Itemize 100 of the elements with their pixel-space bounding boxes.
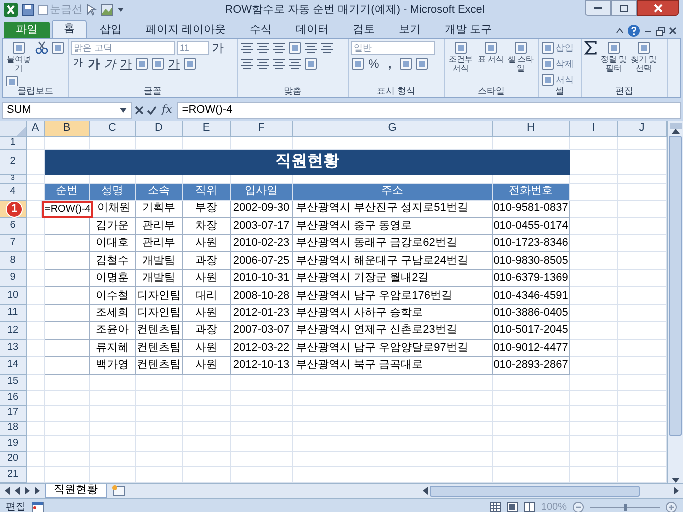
column-header[interactable]: C — [90, 121, 136, 137]
table-cell[interactable] — [45, 322, 90, 340]
table-cell[interactable] — [45, 252, 90, 270]
column-header[interactable]: F — [231, 121, 293, 137]
row-header[interactable]: 1 — [0, 137, 27, 150]
empty-cell[interactable] — [570, 252, 618, 270]
scissors-icon[interactable] — [35, 41, 49, 55]
align-top-icon[interactable] — [240, 41, 254, 55]
previous-sheet-icon[interactable] — [14, 487, 21, 495]
column-header[interactable]: J — [618, 121, 667, 137]
row-header[interactable]: 16 — [0, 390, 27, 406]
empty-cell[interactable] — [231, 406, 293, 422]
name-box[interactable]: SUM — [2, 102, 132, 118]
empty-cell[interactable] — [136, 436, 183, 452]
dropdown-icon[interactable] — [117, 6, 125, 14]
empty-cell[interactable] — [45, 422, 90, 436]
row-header[interactable]: 19 — [0, 436, 27, 452]
outdent-icon[interactable] — [272, 57, 286, 71]
empty-cell[interactable] — [293, 390, 493, 406]
page-layout-icon[interactable] — [507, 502, 518, 512]
scroll-left-icon[interactable] — [423, 487, 428, 495]
ribbon-tab[interactable]: 데이터 — [285, 22, 340, 38]
empty-cell[interactable] — [27, 287, 45, 306]
indent-icon[interactable] — [288, 57, 302, 71]
empty-cell[interactable] — [570, 452, 618, 468]
column-header[interactable]: E — [183, 121, 231, 137]
empty-cell[interactable] — [183, 452, 231, 468]
ribbon-button[interactable]: 셀 스타일 — [507, 55, 535, 73]
empty-cell[interactable] — [493, 436, 570, 452]
empty-cell[interactable] — [293, 436, 493, 452]
empty-cell[interactable] — [293, 422, 493, 436]
align-center-icon[interactable] — [240, 57, 254, 71]
wrap-text-icon[interactable] — [304, 41, 318, 55]
close-button[interactable] — [637, 0, 679, 16]
format-button[interactable]: , — [383, 57, 397, 71]
column-header[interactable]: B — [45, 121, 90, 137]
gridlines-checkbox[interactable] — [38, 5, 48, 15]
first-sheet-icon[interactable] — [4, 487, 11, 495]
insert-sheet-icon[interactable] — [111, 485, 127, 497]
save-icon[interactable] — [22, 4, 34, 16]
empty-cell[interactable] — [493, 422, 570, 436]
ribbon-tab[interactable]: 페이지 레이아웃 — [135, 22, 238, 38]
format-button[interactable]: 가 — [103, 57, 117, 71]
table-cell[interactable] — [45, 270, 90, 288]
row-header[interactable]: 18 — [0, 422, 27, 436]
empty-cell[interactable] — [90, 422, 136, 436]
ribbon-button[interactable]: 붙여넣기 — [5, 55, 33, 73]
empty-cell[interactable] — [136, 406, 183, 422]
enter-icon[interactable] — [147, 106, 157, 114]
close-icon[interactable] — [669, 27, 677, 35]
ribbon-button[interactable]: 정렬 및 필터 — [600, 55, 628, 73]
ribbon-button[interactable]: 삭제 — [556, 58, 574, 70]
empty-cell[interactable] — [570, 287, 618, 306]
align-left-icon[interactable] — [320, 41, 334, 55]
empty-cell[interactable] — [183, 390, 231, 406]
empty-cell[interactable] — [570, 305, 618, 322]
page-break-icon[interactable] — [524, 502, 536, 512]
column-header[interactable]: I — [570, 121, 618, 137]
help-icon[interactable] — [628, 25, 640, 37]
format-button[interactable]: 가 — [167, 57, 181, 71]
empty-cell[interactable] — [45, 406, 90, 422]
scroll-up-icon[interactable] — [672, 129, 680, 134]
macro-record-icon[interactable] — [32, 502, 44, 512]
empty-cell[interactable] — [90, 374, 136, 391]
ribbon-button[interactable]: 찾기 및 선택 — [630, 55, 658, 73]
empty-cell[interactable] — [27, 322, 45, 340]
empty-cell[interactable] — [570, 374, 618, 391]
row-header[interactable]: 21 — [0, 467, 27, 483]
empty-cell[interactable] — [136, 422, 183, 436]
empty-cell[interactable] — [231, 422, 293, 436]
ribbon-tab[interactable]: 검토 — [342, 22, 386, 38]
zoom-in-icon[interactable] — [666, 502, 677, 512]
empty-cell[interactable] — [27, 252, 45, 270]
empty-cell[interactable] — [293, 452, 493, 468]
normal-view-icon[interactable] — [490, 502, 502, 512]
select-all-button[interactable] — [0, 121, 27, 137]
format-button[interactable]: 가 — [211, 41, 225, 55]
row-header[interactable]: 14 — [0, 357, 27, 375]
row-header[interactable]: 8 — [0, 252, 27, 270]
empty-cell[interactable] — [90, 406, 136, 422]
column-header[interactable]: G — [293, 121, 493, 137]
empty-cell[interactable] — [570, 436, 618, 452]
align-middle-icon[interactable] — [256, 41, 270, 55]
table-cell[interactable] — [45, 235, 90, 252]
restore-icon[interactable] — [656, 26, 665, 36]
row-header[interactable]: 13 — [0, 340, 27, 358]
sheet-tab[interactable]: 직원현황 — [45, 484, 107, 498]
ribbon-tab[interactable]: 보기 — [388, 22, 432, 38]
empty-cell[interactable] — [231, 390, 293, 406]
empty-cell[interactable] — [570, 357, 618, 375]
table-cell[interactable] — [45, 218, 90, 236]
table-cell[interactable] — [45, 305, 90, 322]
ribbon-tab[interactable]: 수식 — [239, 22, 284, 38]
column-header[interactable]: A — [27, 121, 45, 137]
table-cell[interactable] — [45, 357, 90, 375]
empty-cell[interactable] — [183, 436, 231, 452]
empty-cell[interactable] — [90, 436, 136, 452]
empty-cell[interactable] — [45, 390, 90, 406]
empty-cell[interactable] — [231, 436, 293, 452]
ribbon-tab[interactable]: 홈 — [52, 20, 87, 38]
